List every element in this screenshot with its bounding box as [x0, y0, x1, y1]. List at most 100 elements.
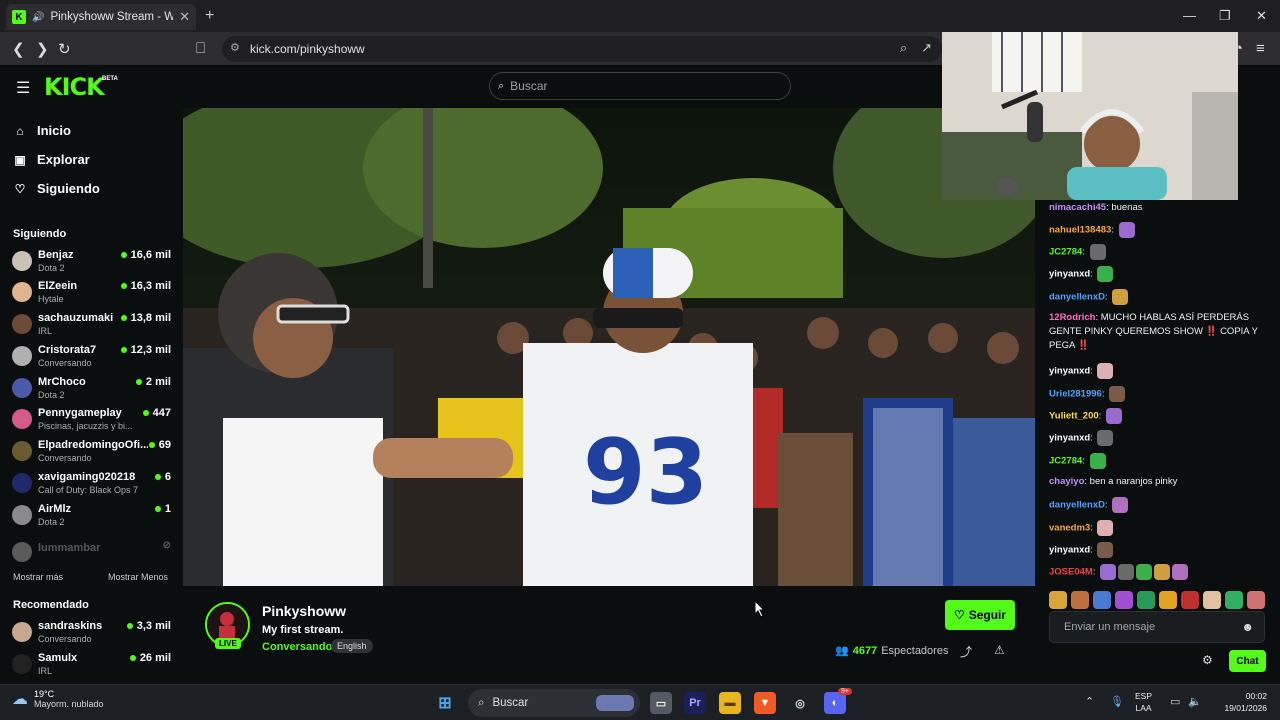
- chat-message: JC2784:: [1049, 453, 1271, 469]
- url-field[interactable]: ⚙ kick.com/pinkyshoww ⌕ ↗: [222, 36, 942, 62]
- chat-username[interactable]: Uriel281996: [1049, 389, 1102, 400]
- sidebar-channel-mrchoco[interactable]: MrChoco Dota 2 2 mil: [12, 376, 174, 406]
- sidebar-channel-sandraskins[interactable]: sandraskins Conversando 3,3 mil: [12, 620, 174, 650]
- chat-username[interactable]: JOSE04M: [1049, 567, 1093, 578]
- chat-username[interactable]: 12Rodrich: [1049, 312, 1095, 323]
- new-tab-icon[interactable]: +: [205, 7, 214, 25]
- share-page-icon[interactable]: ↗: [921, 40, 932, 56]
- nav-browse[interactable]: ▣ Explorar: [13, 152, 89, 167]
- reload-icon[interactable]: ↻: [58, 40, 71, 58]
- chat-username[interactable]: yinyanxd: [1049, 366, 1090, 377]
- tray-overflow-icon[interactable]: ⌃: [1085, 695, 1094, 708]
- heart-icon: ♡: [14, 181, 26, 196]
- chat-username[interactable]: JC2784: [1049, 456, 1082, 467]
- chat-separator: :: [1090, 365, 1096, 377]
- emote-icon[interactable]: [1049, 591, 1067, 609]
- chat-username[interactable]: nimacachi45: [1049, 202, 1106, 213]
- minimize-icon[interactable]: —: [1183, 8, 1196, 23]
- share-icon[interactable]: ⤴: [960, 643, 972, 660]
- chat-username[interactable]: danyellenxD: [1049, 292, 1105, 303]
- emote-icon[interactable]: [1115, 591, 1133, 609]
- nav-following[interactable]: ♡ Siguiendo: [13, 181, 100, 196]
- nav-home[interactable]: ⌂ Inicio: [13, 123, 71, 138]
- chat-username[interactable]: yinyanxd: [1049, 269, 1090, 280]
- follow-button[interactable]: ♡ Seguir: [945, 600, 1015, 630]
- sidebar-channel-samulx[interactable]: Samulx IRL 26 mil: [12, 652, 174, 682]
- stream-info: LIVE Pinkyshoww My first stream. Convers…: [183, 586, 1035, 684]
- chat-username[interactable]: JC2784: [1049, 247, 1082, 258]
- video-player[interactable]: 93: [183, 108, 1035, 586]
- chat-separator: :: [1090, 432, 1096, 444]
- chat-username[interactable]: chayiyo: [1049, 476, 1084, 487]
- show-more-link[interactable]: Mostrar más: [13, 572, 63, 582]
- windows-start-icon[interactable]: ⊞: [434, 692, 456, 714]
- chat-username[interactable]: danyellenxD: [1049, 500, 1105, 511]
- emote-icon[interactable]: [1159, 591, 1177, 609]
- streamer-name[interactable]: Pinkyshoww: [262, 603, 346, 619]
- sidebar-channel-benjaz[interactable]: Benjaz Dota 2 16,6 mil: [12, 249, 174, 279]
- chat-username[interactable]: yinyanxd: [1049, 433, 1090, 444]
- brave-browser-icon[interactable]: ▼: [754, 692, 776, 714]
- zoom-icon[interactable]: ⌕: [900, 40, 907, 56]
- back-icon[interactable]: ❮: [12, 40, 25, 58]
- task-view-icon[interactable]: ▭: [650, 692, 672, 714]
- taskbar-search[interactable]: ⌕ Buscar: [468, 689, 640, 717]
- sidebar-channel-lummambar[interactable]: lummambar ⊘: [12, 540, 174, 570]
- emote-icon: [1105, 408, 1122, 424]
- premiere-icon[interactable]: Pr: [684, 692, 706, 714]
- live-dot-icon: [120, 347, 127, 353]
- file-explorer-icon[interactable]: ▬: [719, 692, 741, 714]
- show-less-link[interactable]: Mostrar Menos: [108, 572, 168, 582]
- sidebar-channel-sachauzumaki[interactable]: sachauzumaki IRL 13,8 mil: [12, 312, 174, 342]
- site-info-icon[interactable]: ⚙: [230, 41, 240, 54]
- bookmark-icon[interactable]: ⎕: [196, 40, 205, 57]
- chat-send-button[interactable]: Chat: [1229, 650, 1266, 672]
- kick-logo[interactable]: KICK: [44, 73, 105, 101]
- maximize-icon[interactable]: ❐: [1219, 8, 1231, 24]
- emote-icon[interactable]: [1071, 591, 1089, 609]
- hamburger-menu-icon[interactable]: ☰: [16, 78, 30, 98]
- language-tag[interactable]: English: [331, 639, 373, 653]
- emote-icon[interactable]: [1203, 591, 1221, 609]
- emote-icon[interactable]: [1137, 591, 1155, 609]
- emote-icon[interactable]: [1247, 591, 1265, 609]
- sidebar-channel-cristorata7[interactable]: Cristorata7 Conversando 12,3 mil: [12, 344, 174, 374]
- emote-icon[interactable]: [1093, 591, 1111, 609]
- report-icon[interactable]: ⚠: [994, 643, 1005, 657]
- chat-settings-icon[interactable]: ⚙: [1202, 653, 1213, 667]
- live-dot-icon: [135, 379, 142, 385]
- chat-message-input[interactable]: Enviar un mensaje ☻: [1049, 611, 1265, 643]
- discord-icon[interactable]: ◐: [824, 692, 846, 714]
- chat-username[interactable]: nahuel138483: [1049, 225, 1111, 236]
- chat-username[interactable]: Yuliett_200: [1049, 411, 1099, 422]
- sidebar-channel-airmlz[interactable]: AirMlz Dota 2 1: [12, 503, 174, 533]
- input-language[interactable]: ESP LAA: [1135, 690, 1152, 714]
- webcam-overlay: [942, 32, 1238, 200]
- weather-widget[interactable]: ☁ 19°C Mayorm. nublado: [12, 689, 104, 709]
- emoji-picker-icon[interactable]: ☻: [1241, 620, 1254, 634]
- emote-icon[interactable]: [1225, 591, 1243, 609]
- offline-icon: ⊘: [162, 540, 171, 551]
- obs-icon[interactable]: ◎: [789, 692, 811, 714]
- network-icon[interactable]: ▭: [1170, 695, 1180, 708]
- browser-tab[interactable]: K 🔊 Pinkyshoww Stream - Watch Live ✕: [6, 4, 196, 30]
- viewer-count-value: 4677: [852, 644, 878, 657]
- close-tab-icon[interactable]: ✕: [179, 9, 190, 25]
- emote-icon[interactable]: [1181, 591, 1199, 609]
- microphone-icon[interactable]: 🎙: [1110, 695, 1124, 708]
- search-input[interactable]: ⌕ Buscar: [489, 72, 791, 100]
- sidebar-channel-elzeein[interactable]: ElZeein Hytale 16,3 mil: [12, 280, 174, 310]
- chat-username[interactable]: vanedm3: [1049, 523, 1090, 534]
- forward-icon[interactable]: ❯: [36, 40, 49, 58]
- menu-icon[interactable]: ≡: [1256, 40, 1265, 57]
- sidebar-channel-xavigaming[interactable]: xavigaming020218 Call of Duty: Black Ops…: [12, 471, 174, 501]
- chat-username[interactable]: yinyanxd: [1049, 545, 1090, 556]
- close-window-icon[interactable]: ✕: [1256, 8, 1267, 24]
- stream-category[interactable]: Conversando: [262, 641, 332, 653]
- emote-icon: [1089, 244, 1106, 260]
- system-clock[interactable]: 00:02 19/01/2026: [1213, 690, 1267, 714]
- channel-name: ElpadredomingoOfi...: [38, 439, 148, 451]
- volume-icon[interactable]: 🔈: [1188, 695, 1202, 708]
- sidebar-channel-elpadredomingo[interactable]: ElpadredomingoOfi... Conversando 69: [12, 439, 174, 469]
- sidebar-channel-pennygameplay[interactable]: Pennygameplay Piscinas, jacuzzis y bi...…: [12, 407, 174, 437]
